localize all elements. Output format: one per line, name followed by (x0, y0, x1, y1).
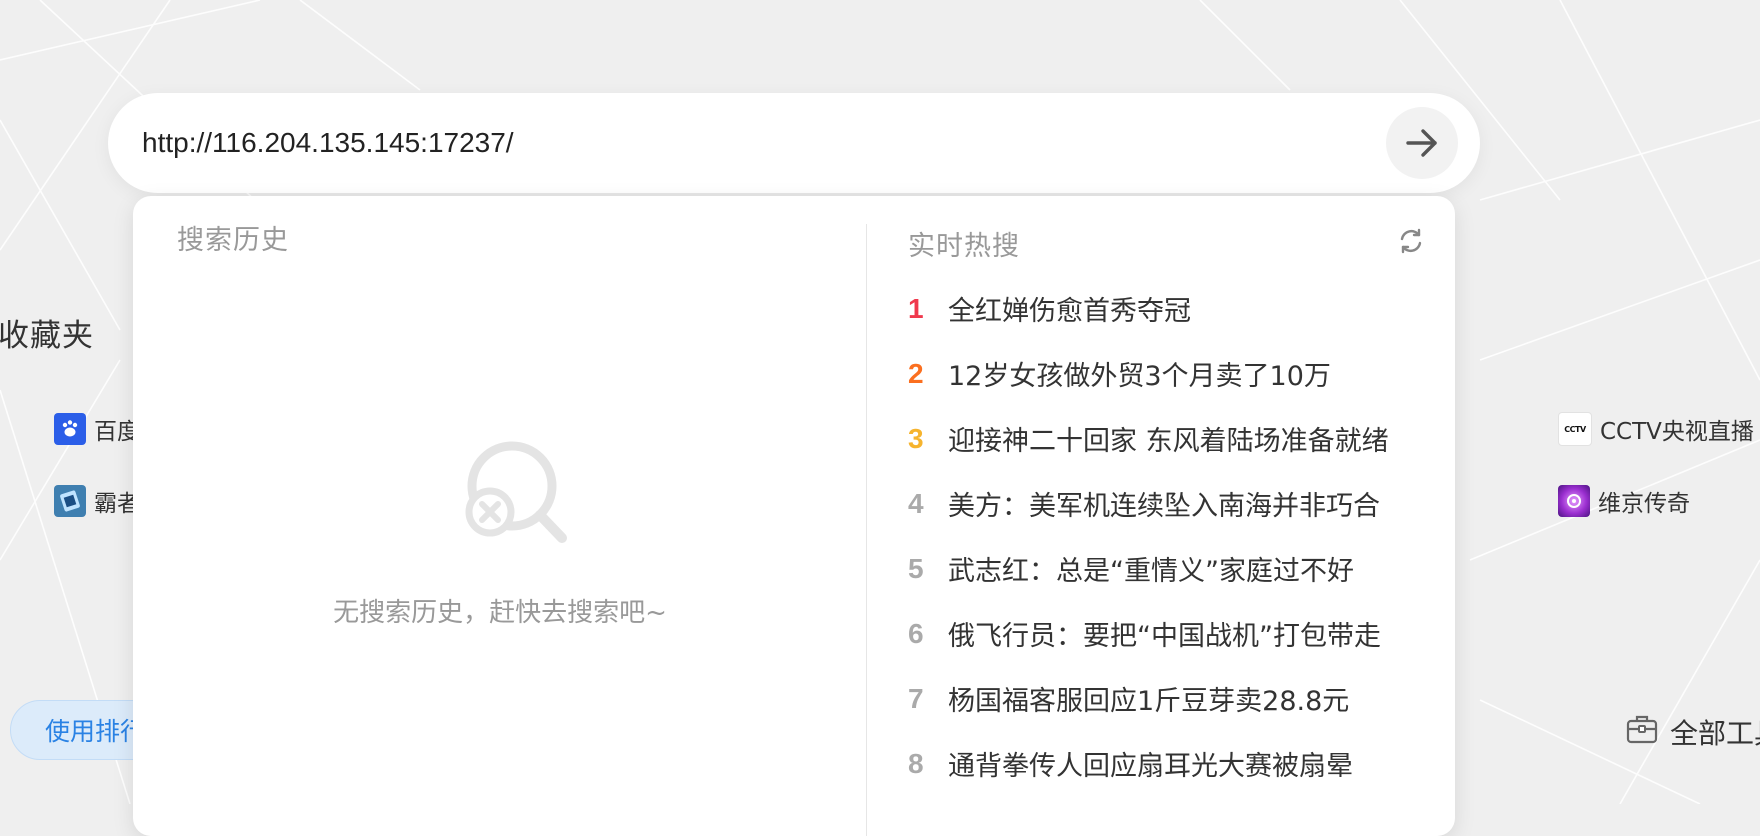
site-link-cctv[interactable]: CCTV CCTV央视直播 (1558, 412, 1754, 446)
hot-search-panel: 实时热搜 1 全红婵伤愈首秀夺冠 2 12岁女孩做外贸3个月卖了10万 3 迎接… (867, 196, 1455, 836)
hot-search-item[interactable]: 5 武志红：总是“重情义”家庭过不好 (908, 536, 1389, 601)
search-bar (108, 93, 1480, 193)
vikings-icon (1558, 485, 1590, 517)
hot-search-item[interactable]: 2 12岁女孩做外贸3个月卖了10万 (908, 341, 1389, 406)
hot-rank: 5 (908, 552, 924, 584)
baidu-icon (54, 413, 86, 445)
favorites-heading: 收藏夹 (0, 318, 94, 354)
site-label: CCTV央视直播 (1600, 419, 1754, 445)
toolbox-icon (1626, 714, 1658, 751)
refresh-icon[interactable] (1397, 227, 1425, 255)
hot-rank: 4 (908, 487, 924, 519)
hot-search-text: 12岁女孩做外贸3个月卖了10万 (948, 361, 1331, 392)
hot-search-title: 实时热搜 (908, 231, 1020, 262)
all-tools-button[interactable]: 全部工具 (1626, 712, 1760, 752)
search-history-title: 搜索历史 (177, 225, 289, 256)
site-link-vikings[interactable]: 维京传奇 (1558, 484, 1690, 518)
hot-search-list: 1 全红婵伤愈首秀夺冠 2 12岁女孩做外贸3个月卖了10万 3 迎接神二十回家… (908, 276, 1389, 796)
search-go-button[interactable] (1386, 107, 1458, 179)
site-link-game[interactable]: 霸者 (54, 484, 140, 518)
cctv-icon: CCTV (1558, 412, 1592, 446)
hot-search-item[interactable]: 7 杨国福客服回应1斤豆芽卖28.8元 (908, 666, 1389, 731)
hot-search-text: 通背拳传人回应扇耳光大赛被扇晕 (948, 751, 1353, 782)
hot-search-text: 迎接神二十回家 东风着陆场准备就绪 (948, 426, 1389, 457)
search-suggestion-dropdown: 搜索历史 无搜索历史，赶快去搜索吧~ 实时热搜 1 全红婵伤愈首秀夺冠 2 12… (133, 196, 1455, 836)
hot-rank: 6 (908, 617, 924, 649)
hot-search-item[interactable]: 1 全红婵伤愈首秀夺冠 (908, 276, 1389, 341)
hot-rank: 8 (908, 747, 924, 779)
hot-search-text: 全红婵伤愈首秀夺冠 (948, 296, 1191, 327)
game-icon (54, 485, 86, 517)
hot-rank: 3 (908, 422, 924, 454)
no-search-icon (465, 441, 567, 543)
hot-rank: 1 (908, 292, 924, 324)
site-label: 维京传奇 (1598, 491, 1690, 517)
search-input[interactable] (140, 126, 1324, 160)
hot-search-item[interactable]: 3 迎接神二十回家 东风着陆场准备就绪 (908, 406, 1389, 471)
hot-rank: 7 (908, 682, 924, 714)
hot-search-text: 杨国福客服回应1斤豆芽卖28.8元 (948, 686, 1350, 717)
usage-ranking-label: 使用排行 (45, 717, 146, 746)
arrow-right-icon (1406, 129, 1437, 157)
all-tools-label: 全部工具 (1670, 717, 1760, 750)
hot-search-item[interactable]: 4 美方：美军机连续坠入南海并非巧合 (908, 471, 1389, 536)
hot-search-text: 俄飞行员：要把“中国战机”打包带走 (948, 621, 1381, 652)
hot-rank: 2 (908, 357, 924, 389)
site-link-baidu[interactable]: 百度 (54, 412, 140, 446)
search-history-panel: 搜索历史 无搜索历史，赶快去搜索吧~ (133, 196, 867, 836)
hot-search-item[interactable]: 8 通背拳传人回应扇耳光大赛被扇晕 (908, 731, 1389, 796)
hot-search-text: 美方：美军机连续坠入南海并非巧合 (948, 491, 1380, 522)
hot-search-text: 武志红：总是“重情义”家庭过不好 (948, 556, 1354, 587)
hot-search-item[interactable]: 6 俄飞行员：要把“中国战机”打包带走 (908, 601, 1389, 666)
empty-history-message: 无搜索历史，赶快去搜索吧~ (333, 598, 667, 628)
